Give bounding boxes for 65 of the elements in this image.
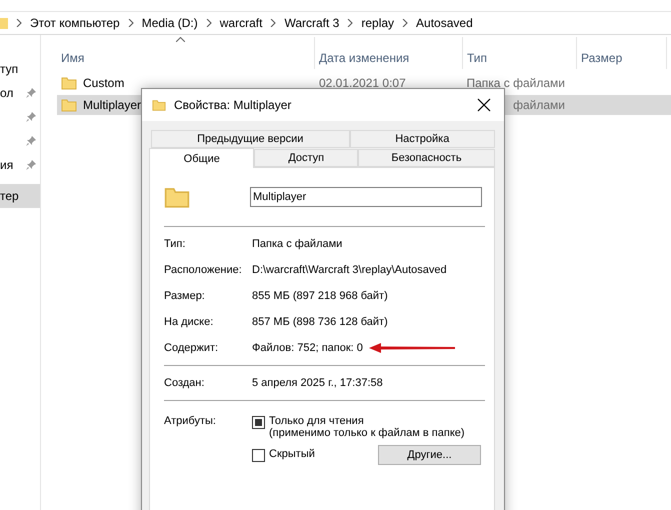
nav-item[interactable]: ия — [0, 153, 40, 177]
checkbox-note: (применимо только к файлам в папке) — [269, 427, 465, 439]
chevron-icon — [16, 19, 22, 27]
column-header[interactable]: Дата изменения — [315, 37, 463, 69]
property-label: Размер: — [164, 290, 206, 302]
pin-icon — [26, 112, 36, 122]
nav-label: ол — [0, 86, 14, 100]
breadcrumb[interactable]: Media (D:) — [142, 16, 198, 30]
pin-icon — [26, 88, 36, 98]
folder-icon — [152, 98, 166, 112]
property-value: 5 апреля 2025 г., 17:37:58 — [252, 377, 383, 389]
chevron-icon — [402, 19, 408, 27]
pin-icon — [26, 160, 36, 170]
breadcrumb[interactable]: Autosaved — [416, 16, 473, 30]
column-header[interactable]: Тип — [463, 37, 577, 69]
dialog-title: Свойства: Multiplayer — [174, 98, 292, 112]
nav-item[interactable]: ол — [0, 81, 40, 105]
property-label: Создан: — [164, 377, 206, 389]
file-name: Multiplayer — [83, 98, 142, 112]
chevron-icon — [270, 19, 276, 27]
tab[interactable]: Предыдущие версии — [151, 130, 350, 148]
nav-label: туп — [0, 62, 18, 76]
pin-icon — [26, 136, 36, 146]
tab[interactable]: Общие — [149, 148, 254, 168]
column-header[interactable]: Имя — [57, 37, 315, 69]
file-name: Custom — [83, 76, 124, 90]
breadcrumb[interactable]: replay — [361, 16, 394, 30]
property-label: Содержит: — [164, 342, 220, 354]
property-label: На диске: — [164, 316, 214, 328]
checkbox-label: Только для чтения — [269, 415, 365, 427]
property-value: 855 МБ (897 218 968 байт) — [252, 290, 388, 302]
property-label: Тип: — [164, 238, 186, 250]
tab[interactable]: Безопасность — [358, 149, 495, 167]
property-value: D:\warcraft\Warcraft 3\replay\Autosaved — [252, 264, 447, 276]
checkbox-label: Скрытый — [269, 448, 315, 460]
breadcrumb[interactable]: Этот компьютер — [30, 16, 120, 30]
tab[interactable]: Доступ — [254, 149, 358, 167]
chevron-icon — [347, 19, 354, 27]
folder-icon — [61, 97, 77, 113]
property-value: Файлов: 752; папок: 0 — [252, 342, 363, 354]
property-value: 857 МБ (898 736 128 байт) — [252, 316, 388, 328]
address-bar[interactable]: Этот компьютер Media (D:) warcraft Warcraft 3 replay Autosaved — [0, 12, 671, 35]
chevron-icon — [206, 19, 212, 27]
attributes-label: Атрибуты: — [164, 415, 217, 429]
chevron-icon — [128, 19, 134, 27]
breadcrumb[interactable]: warcraft — [220, 16, 262, 30]
property-label: Расположение: — [164, 264, 243, 276]
tab[interactable]: Настройка — [350, 130, 495, 148]
file-row[interactable]: Custom 02.01.2021 0:07 Папка с файлами — [57, 73, 671, 93]
name-field[interactable]: Multiplayer — [250, 187, 482, 207]
checkbox[interactable] — [252, 449, 265, 462]
nav-label: ия — [0, 158, 14, 172]
date-cell: 02.01.2021 0:07 — [319, 76, 406, 90]
type-cell: Папка с файлами — [466, 76, 565, 90]
nav-item[interactable]: туп — [0, 57, 40, 81]
breadcrumb[interactable]: Warcraft 3 — [284, 16, 340, 30]
property-value: Папка с файлами — [252, 238, 342, 250]
nav-item-selected[interactable]: тер — [0, 184, 40, 208]
checkbox[interactable] — [252, 416, 265, 429]
column-header[interactable]: Размер — [577, 37, 667, 69]
type-cell: файлами — [513, 98, 565, 112]
nav-label: тер — [0, 189, 19, 203]
advanced-button[interactable]: Другие... — [378, 445, 481, 465]
folder-icon — [61, 75, 77, 91]
folder-icon — [0, 16, 8, 30]
